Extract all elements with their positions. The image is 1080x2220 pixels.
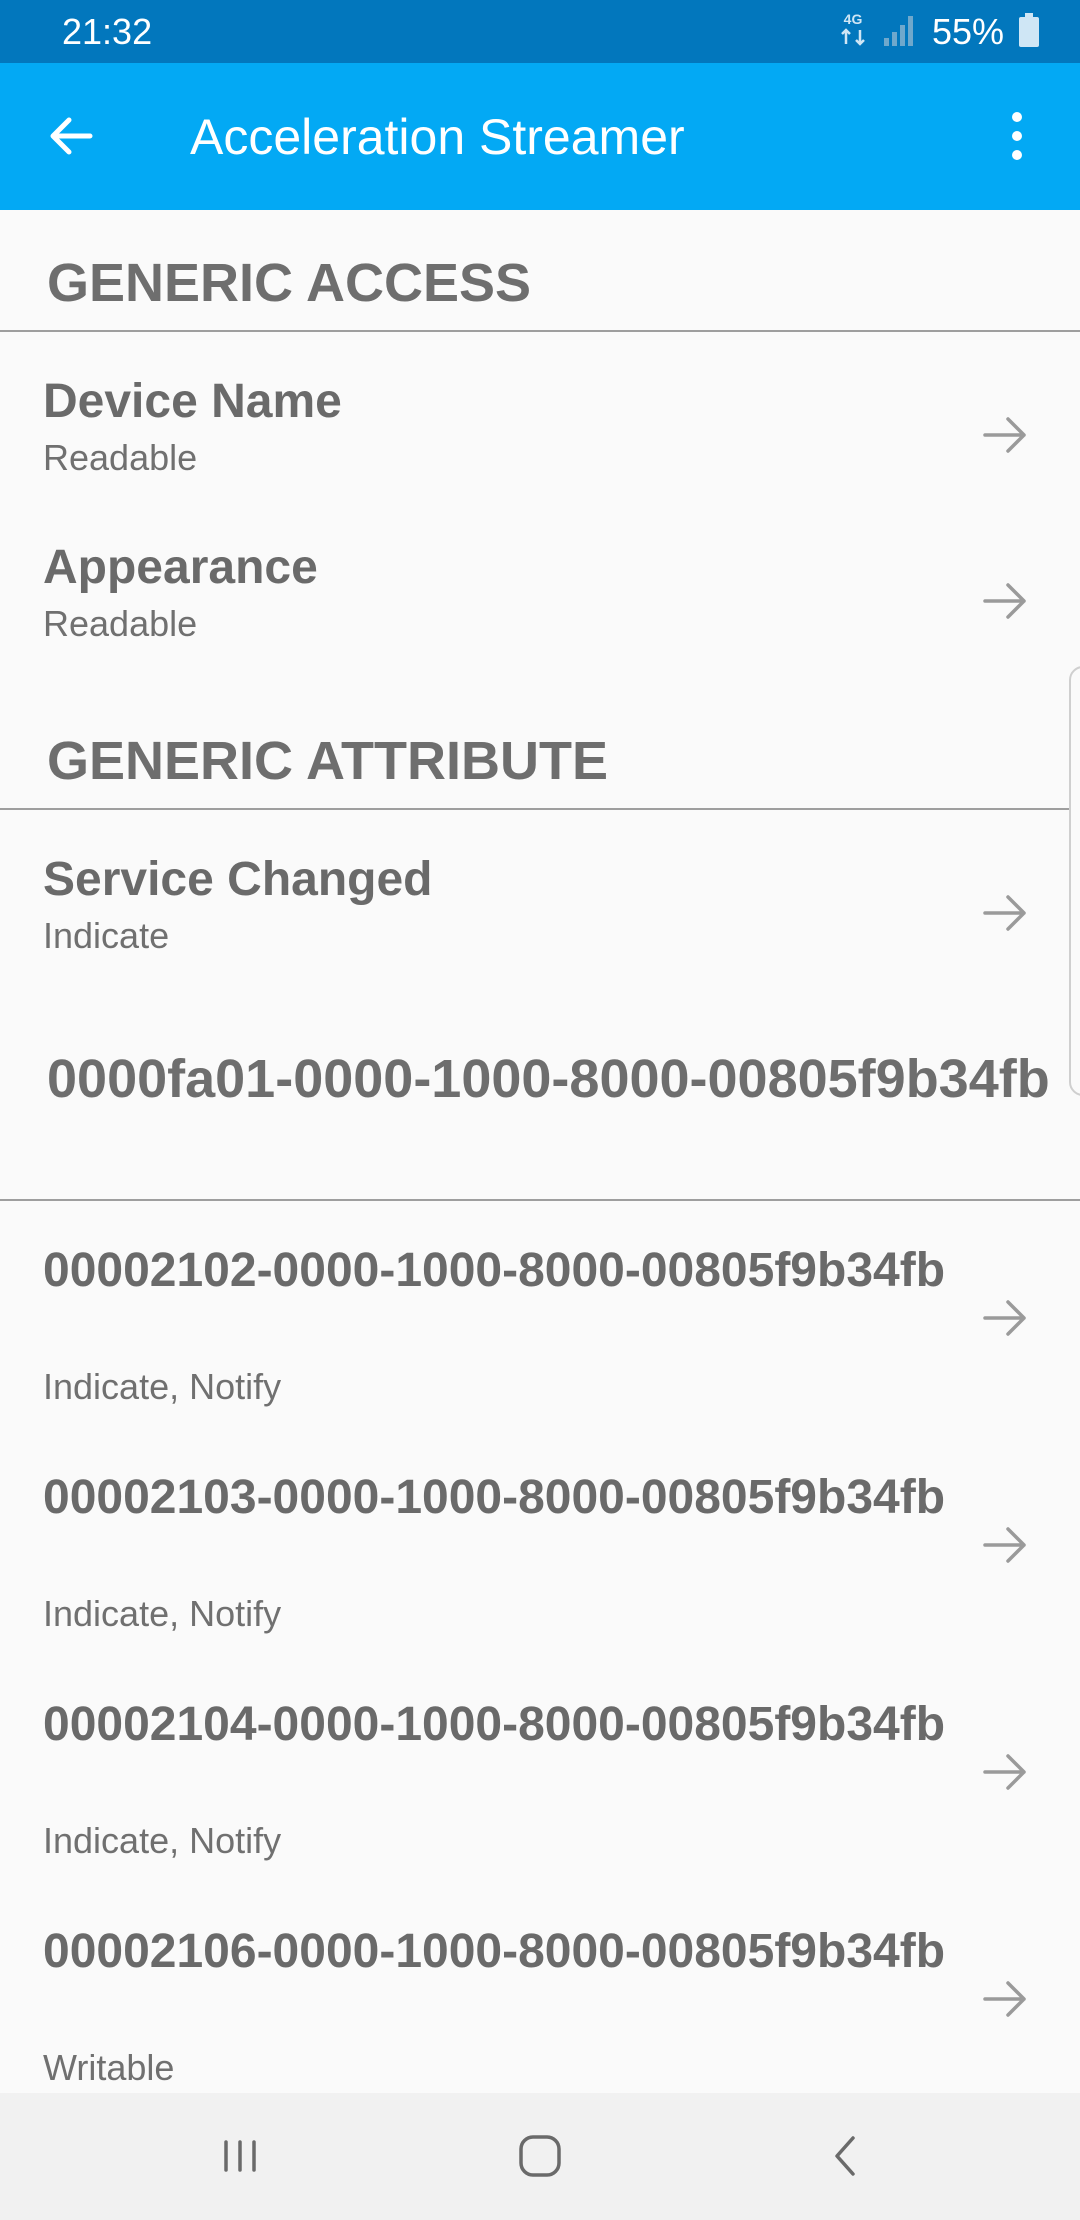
battery-percent: 55% xyxy=(931,11,1004,52)
characteristic-row[interactable]: 00002103-0000-1000-8000-00805f9b34fb Ind… xyxy=(0,1428,1080,1655)
service-header: GENERIC ATTRIBUTE xyxy=(0,664,1080,810)
characteristic-row[interactable]: Appearance Readable xyxy=(0,498,1080,664)
back-chevron-icon[interactable] xyxy=(815,2126,875,2186)
arrow-right-icon xyxy=(980,888,1030,938)
characteristic-row[interactable]: Service Changed Indicate xyxy=(0,810,1080,1008)
status-icons: 4G 55% xyxy=(838,10,1040,54)
characteristic-name: 00002102-0000-1000-8000-00805f9b34fb xyxy=(43,1244,946,1297)
characteristic-name: Device Name xyxy=(43,375,342,428)
page-title: Acceleration Streamer xyxy=(190,109,685,165)
app-bar: Acceleration Streamer xyxy=(0,63,1080,210)
characteristic-properties: Indicate, Notify xyxy=(43,1820,282,1861)
characteristic-properties: Readable xyxy=(43,437,198,478)
service-title: GENERIC ATTRIBUTE xyxy=(47,731,608,791)
arrow-right-icon xyxy=(980,1293,1030,1343)
characteristic-properties: Readable xyxy=(43,603,198,644)
arrow-right-icon xyxy=(980,1520,1030,1570)
network-4g-icon: 4G xyxy=(838,10,868,55)
arrow-right-icon xyxy=(980,576,1030,626)
service-header: GENERIC ACCESS xyxy=(0,210,1080,332)
characteristic-properties: Writable xyxy=(43,2047,175,2088)
service-title: GENERIC ACCESS xyxy=(47,253,532,313)
network-label: 4G xyxy=(844,11,863,27)
characteristic-row[interactable]: Device Name Readable xyxy=(0,332,1080,498)
more-vert-icon[interactable] xyxy=(984,103,1050,169)
characteristic-properties: Indicate, Notify xyxy=(43,1593,282,1634)
arrow-left-icon[interactable] xyxy=(38,103,104,169)
arrow-right-icon xyxy=(980,1974,1030,2024)
arrow-right-icon xyxy=(980,410,1030,460)
characteristic-name: Appearance xyxy=(43,541,318,594)
service-list[interactable]: GENERIC ACCESS Device Name Readable Appe… xyxy=(0,210,1080,2093)
battery-icon xyxy=(1018,12,1040,53)
characteristic-name: 00002106-0000-1000-8000-00805f9b34fb xyxy=(43,1925,946,1978)
status-bar: 21:32 4G 55% xyxy=(0,0,1080,63)
characteristic-name: 00002104-0000-1000-8000-00805f9b34fb xyxy=(43,1698,946,1751)
characteristic-row[interactable]: 00002106-0000-1000-8000-00805f9b34fb Wri… xyxy=(0,1882,1080,2093)
recents-icon[interactable] xyxy=(210,2126,270,2186)
characteristic-row[interactable]: 00002104-0000-1000-8000-00805f9b34fb Ind… xyxy=(0,1655,1080,1882)
home-icon[interactable] xyxy=(510,2126,570,2186)
fast-scroll-handle[interactable] xyxy=(1069,666,1080,1096)
arrow-right-icon xyxy=(980,1747,1030,1797)
signal-icon xyxy=(882,12,918,53)
characteristic-row[interactable]: 00002102-0000-1000-8000-00805f9b34fb Ind… xyxy=(0,1201,1080,1428)
characteristic-name: 00002103-0000-1000-8000-00805f9b34fb xyxy=(43,1471,946,1524)
service-header: 0000fa01-0000-1000-8000-00805f9b34fb xyxy=(0,1008,1080,1201)
characteristic-properties: Indicate xyxy=(43,915,170,956)
status-time: 21:32 xyxy=(62,11,153,52)
characteristic-name: Service Changed xyxy=(43,853,433,906)
navigation-bar xyxy=(0,2093,1080,2220)
characteristic-properties: Indicate, Notify xyxy=(43,1366,282,1407)
service-title: 0000fa01-0000-1000-8000-00805f9b34fb xyxy=(47,1049,1050,1109)
